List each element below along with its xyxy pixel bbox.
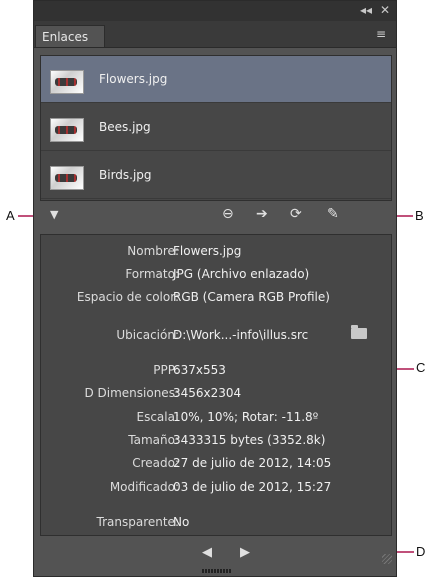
info-row-dimensiones: D Dimensiones: 3456x2304 (41, 385, 391, 401)
update-link-icon[interactable]: ⟳ (290, 206, 302, 222)
panel-menu-icon[interactable]: ≡ (376, 27, 386, 41)
callout-c: C (416, 360, 426, 375)
tab-enlaces[interactable]: Enlaces (35, 25, 105, 47)
info-value: 10%, 10%; Rotar: -11.8º (173, 410, 319, 424)
go-to-link-icon[interactable]: ➔ (256, 206, 268, 222)
info-value: 3433315 bytes (3352.8k) (173, 433, 326, 447)
info-label: Transparente: (96, 515, 179, 529)
info-value: 27 de julio de 2012, 14:05 (173, 456, 332, 470)
thumbnail-image (50, 70, 84, 94)
info-row-nombre: Nombre: Flowers.jpg (41, 243, 391, 259)
info-row-escala: Escala: 10%, 10%; Rotar: -11.8º (41, 409, 391, 425)
info-value: 3456x2304 (173, 386, 242, 400)
link-name: Birds.jpg (99, 168, 152, 182)
panel-grip[interactable] (202, 569, 232, 573)
info-value: RGB (Camera RGB Profile) (173, 290, 330, 304)
list-item[interactable]: Birds.jpg (41, 152, 391, 199)
info-label: Modificado: (109, 480, 179, 494)
info-label: Tamaño: (128, 433, 179, 447)
info-row-formato: Formato: JPG (Archivo enlazado) (41, 266, 391, 282)
info-value: JPG (Archivo enlazado) (173, 267, 310, 281)
info-value: 637x553 (173, 363, 226, 377)
resize-handle[interactable] (382, 554, 392, 564)
thumbnail-image (50, 118, 84, 142)
info-value: No (173, 515, 190, 529)
info-row-creado: Creado: 27 de julio de 2012, 14:05 (41, 455, 391, 471)
info-row-modificado: Modificado: 03 de julio de 2012, 15:27 (41, 479, 391, 495)
info-row-ppp: PPP: 637x553 (41, 362, 391, 378)
info-row-color-space: Espacio de color: RGB (Camera RGB Profil… (41, 289, 391, 305)
thumbnail-image (50, 166, 84, 190)
close-icon[interactable]: ✕ (380, 3, 390, 17)
list-item[interactable]: Flowers.jpg (41, 56, 391, 103)
info-value: Flowers.jpg (173, 244, 242, 258)
info-label: Espacio de color: (76, 290, 179, 304)
info-label: D Dimensiones: (84, 386, 179, 400)
info-label: Nombre: (127, 244, 179, 258)
next-link-icon[interactable]: ▶ (240, 545, 250, 560)
panel-titlebar: ◂◂ ✕ (34, 1, 396, 21)
callout-d: D (416, 544, 426, 559)
info-value: D:\Work...-info\illus.src (173, 328, 309, 342)
callout-b: B (415, 208, 424, 223)
edit-original-icon[interactable]: ✎ (327, 206, 339, 222)
info-value: 03 de julio de 2012, 15:27 (173, 480, 332, 494)
links-list: Flowers.jpg Bees.jpg Birds.jpg (40, 55, 392, 201)
info-label: Ubicación: (116, 328, 179, 342)
link-info-panel: Nombre: Flowers.jpg Formato: JPG (Archiv… (40, 234, 392, 536)
info-row-ubicacion: Ubicación: D:\Work...-info\illus.src (41, 325, 391, 343)
info-row-transparente: Transparente: No (41, 514, 391, 530)
link-name: Bees.jpg (99, 120, 151, 134)
previous-link-icon[interactable]: ◀ (202, 545, 212, 560)
toggle-info-icon[interactable]: ▼ (50, 208, 58, 221)
link-name: Flowers.jpg (99, 72, 168, 86)
list-item[interactable]: Bees.jpg (41, 104, 391, 151)
collapse-icon[interactable]: ◂◂ (360, 3, 372, 17)
info-label: Formato: (125, 267, 179, 281)
links-toolbar: ▼ ⊖ ➔ ⟳ ✎ (34, 202, 396, 228)
folder-icon[interactable] (351, 325, 367, 339)
info-label: Creado: (132, 456, 179, 470)
relink-icon[interactable]: ⊖ (222, 206, 234, 222)
panel-footer: ◀ ▶ (34, 540, 396, 566)
links-panel: ◂◂ ✕ Enlaces ≡ Flowers.jpg Bees.jpg Bird… (33, 0, 397, 577)
tab-row: Enlaces ≡ (34, 21, 396, 48)
info-row-tamano: Tamaño: 3433315 bytes (3352.8k) (41, 432, 391, 448)
callout-a: A (6, 208, 15, 223)
